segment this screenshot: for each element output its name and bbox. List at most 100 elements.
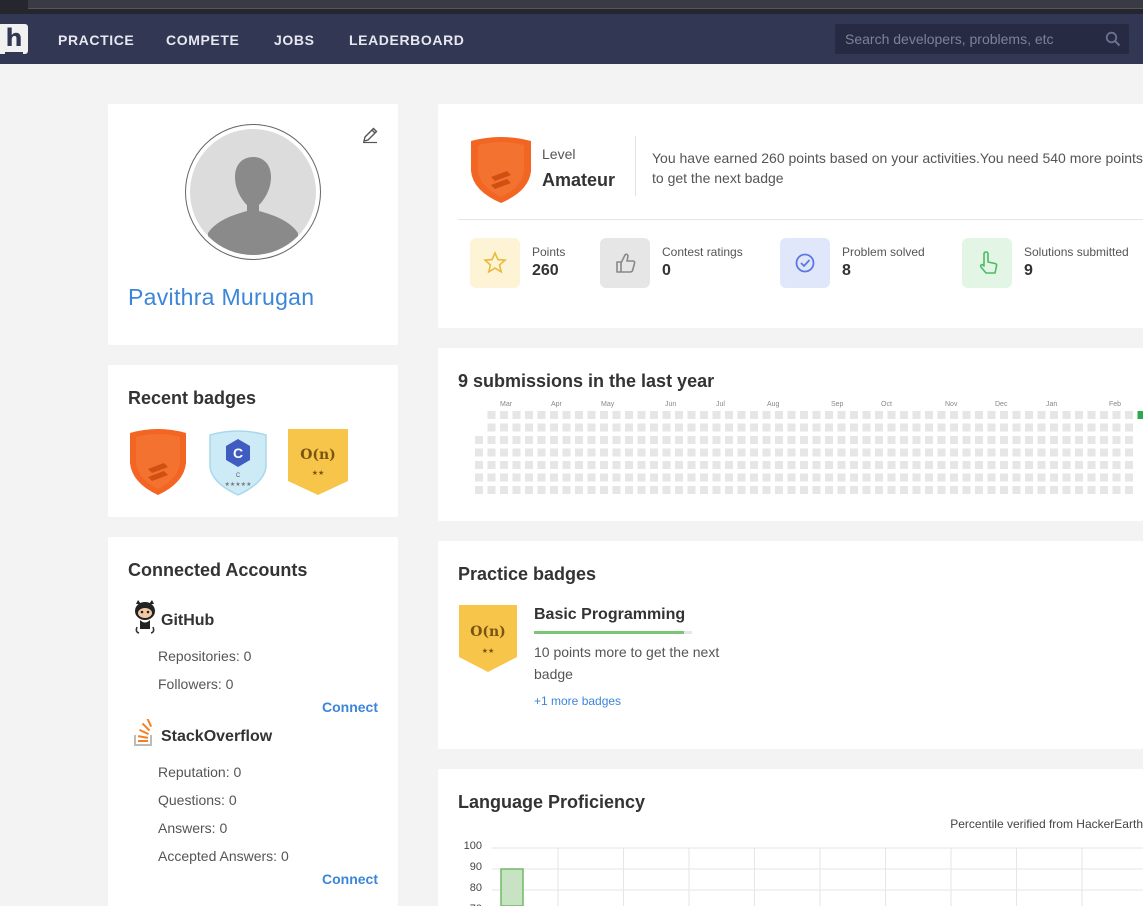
heatmap-cell[interactable] (1112, 411, 1121, 419)
level-badge-icon[interactable] (126, 427, 190, 497)
practice-badge-name[interactable]: Basic Programming (534, 606, 685, 624)
heatmap-cell[interactable] (887, 448, 896, 457)
heatmap-cell[interactable] (650, 423, 658, 432)
heatmap-cell[interactable] (800, 473, 808, 482)
heatmap-cell[interactable] (662, 436, 671, 444)
heatmap-cell[interactable] (537, 473, 546, 482)
heatmap-cell[interactable] (812, 423, 821, 432)
heatmap-cell[interactable] (687, 423, 696, 432)
heatmap-cell[interactable] (550, 436, 558, 444)
heatmap-cell[interactable] (475, 461, 483, 469)
heatmap-cell[interactable] (1125, 423, 1133, 432)
heatmap-cell[interactable] (512, 436, 521, 444)
heatmap-cell[interactable] (612, 473, 621, 482)
heatmap-cell[interactable] (1025, 486, 1033, 494)
search-input[interactable] (835, 24, 1097, 54)
heatmap-cell[interactable] (900, 411, 908, 419)
heatmap-cell[interactable] (637, 473, 646, 482)
heatmap-cell[interactable] (750, 423, 758, 432)
heatmap-cell[interactable] (662, 461, 671, 469)
heatmap-cell[interactable] (1087, 436, 1096, 444)
heatmap-cell[interactable] (1012, 473, 1021, 482)
heatmap-cell[interactable] (1012, 423, 1021, 432)
heatmap-cell[interactable] (575, 448, 583, 457)
heatmap-cell[interactable] (1025, 461, 1033, 469)
heatmap-cell[interactable] (887, 486, 896, 494)
heatmap-cell[interactable] (487, 461, 496, 469)
heatmap-cell[interactable] (562, 486, 571, 494)
heatmap-cell[interactable] (1100, 436, 1108, 444)
heatmap-cell[interactable] (1037, 411, 1046, 419)
heatmap-cell[interactable] (1087, 461, 1096, 469)
heatmap-cell[interactable] (775, 423, 783, 432)
heatmap-cell[interactable] (550, 486, 558, 494)
heatmap-cell[interactable] (1100, 473, 1108, 482)
heatmap-cell[interactable] (1075, 473, 1083, 482)
nav-leaderboard[interactable]: LEADERBOARD (349, 32, 465, 48)
heatmap-cell[interactable] (912, 436, 921, 444)
heatmap-cell[interactable] (587, 461, 596, 469)
heatmap-cell[interactable] (837, 473, 846, 482)
heatmap-cell[interactable] (962, 473, 971, 482)
heatmap-cell[interactable] (612, 411, 621, 419)
heatmap-cell[interactable] (950, 448, 958, 457)
heatmap-cell[interactable] (775, 473, 783, 482)
heatmap-cell[interactable] (775, 461, 783, 469)
heatmap-cell[interactable] (512, 461, 521, 469)
heatmap-cell[interactable] (1000, 486, 1008, 494)
heatmap-cell[interactable] (762, 423, 771, 432)
heatmap-cell[interactable] (650, 473, 658, 482)
heatmap-cell[interactable] (1012, 486, 1021, 494)
heatmap-cell[interactable] (762, 473, 771, 482)
heatmap-cell[interactable] (950, 436, 958, 444)
heatmap-cell[interactable] (987, 436, 996, 444)
heatmap-cell[interactable] (675, 473, 683, 482)
heatmap-cell[interactable] (600, 436, 608, 444)
heatmap-cell[interactable] (1062, 461, 1071, 469)
heatmap-cell[interactable] (937, 448, 946, 457)
heatmap-cell[interactable] (862, 411, 871, 419)
heatmap-cell[interactable] (737, 411, 746, 419)
heatmap-cell[interactable] (1050, 411, 1058, 419)
heatmap-cell[interactable] (900, 486, 908, 494)
heatmap-cell[interactable] (912, 448, 921, 457)
heatmap-cell[interactable] (537, 411, 546, 419)
heatmap-cell[interactable] (725, 411, 733, 419)
heatmap-cell[interactable] (787, 461, 796, 469)
heatmap-cell[interactable] (1037, 423, 1046, 432)
heatmap-cell[interactable] (912, 423, 921, 432)
heatmap-cell[interactable] (525, 423, 533, 432)
heatmap-cell[interactable] (675, 411, 683, 419)
heatmap-cell[interactable] (637, 423, 646, 432)
heatmap-cell[interactable] (625, 461, 633, 469)
heatmap-cell[interactable] (987, 461, 996, 469)
heatmap-cell[interactable] (500, 423, 508, 432)
heatmap-cell[interactable] (1012, 448, 1021, 457)
heatmap-cell[interactable] (1025, 448, 1033, 457)
heatmap-cell[interactable] (900, 448, 908, 457)
heatmap-cell[interactable] (675, 436, 683, 444)
heatmap-cell[interactable] (975, 448, 983, 457)
heatmap-cell[interactable] (700, 486, 708, 494)
more-badges-link[interactable]: +1 more badges (534, 694, 621, 708)
heatmap-cell[interactable] (562, 448, 571, 457)
heatmap-cell[interactable] (1050, 473, 1058, 482)
heatmap-cell[interactable] (787, 473, 796, 482)
heatmap-cell[interactable] (837, 486, 846, 494)
heatmap-cell[interactable] (487, 423, 496, 432)
heatmap-cell[interactable] (787, 448, 796, 457)
heatmap-cell[interactable] (1062, 411, 1071, 419)
heatmap-cell[interactable] (1000, 411, 1008, 419)
heatmap-cell[interactable] (887, 473, 896, 482)
heatmap-cell[interactable] (925, 448, 933, 457)
heatmap-cell[interactable] (537, 461, 546, 469)
heatmap-cell[interactable] (512, 473, 521, 482)
heatmap-cell[interactable] (837, 436, 846, 444)
heatmap-cell[interactable] (937, 411, 946, 419)
heatmap-cell[interactable] (862, 436, 871, 444)
heatmap-cell[interactable] (725, 436, 733, 444)
heatmap-cell[interactable] (625, 411, 633, 419)
heatmap-cell[interactable] (525, 461, 533, 469)
nav-compete[interactable]: COMPETE (166, 32, 239, 48)
heatmap-cell[interactable] (725, 473, 733, 482)
